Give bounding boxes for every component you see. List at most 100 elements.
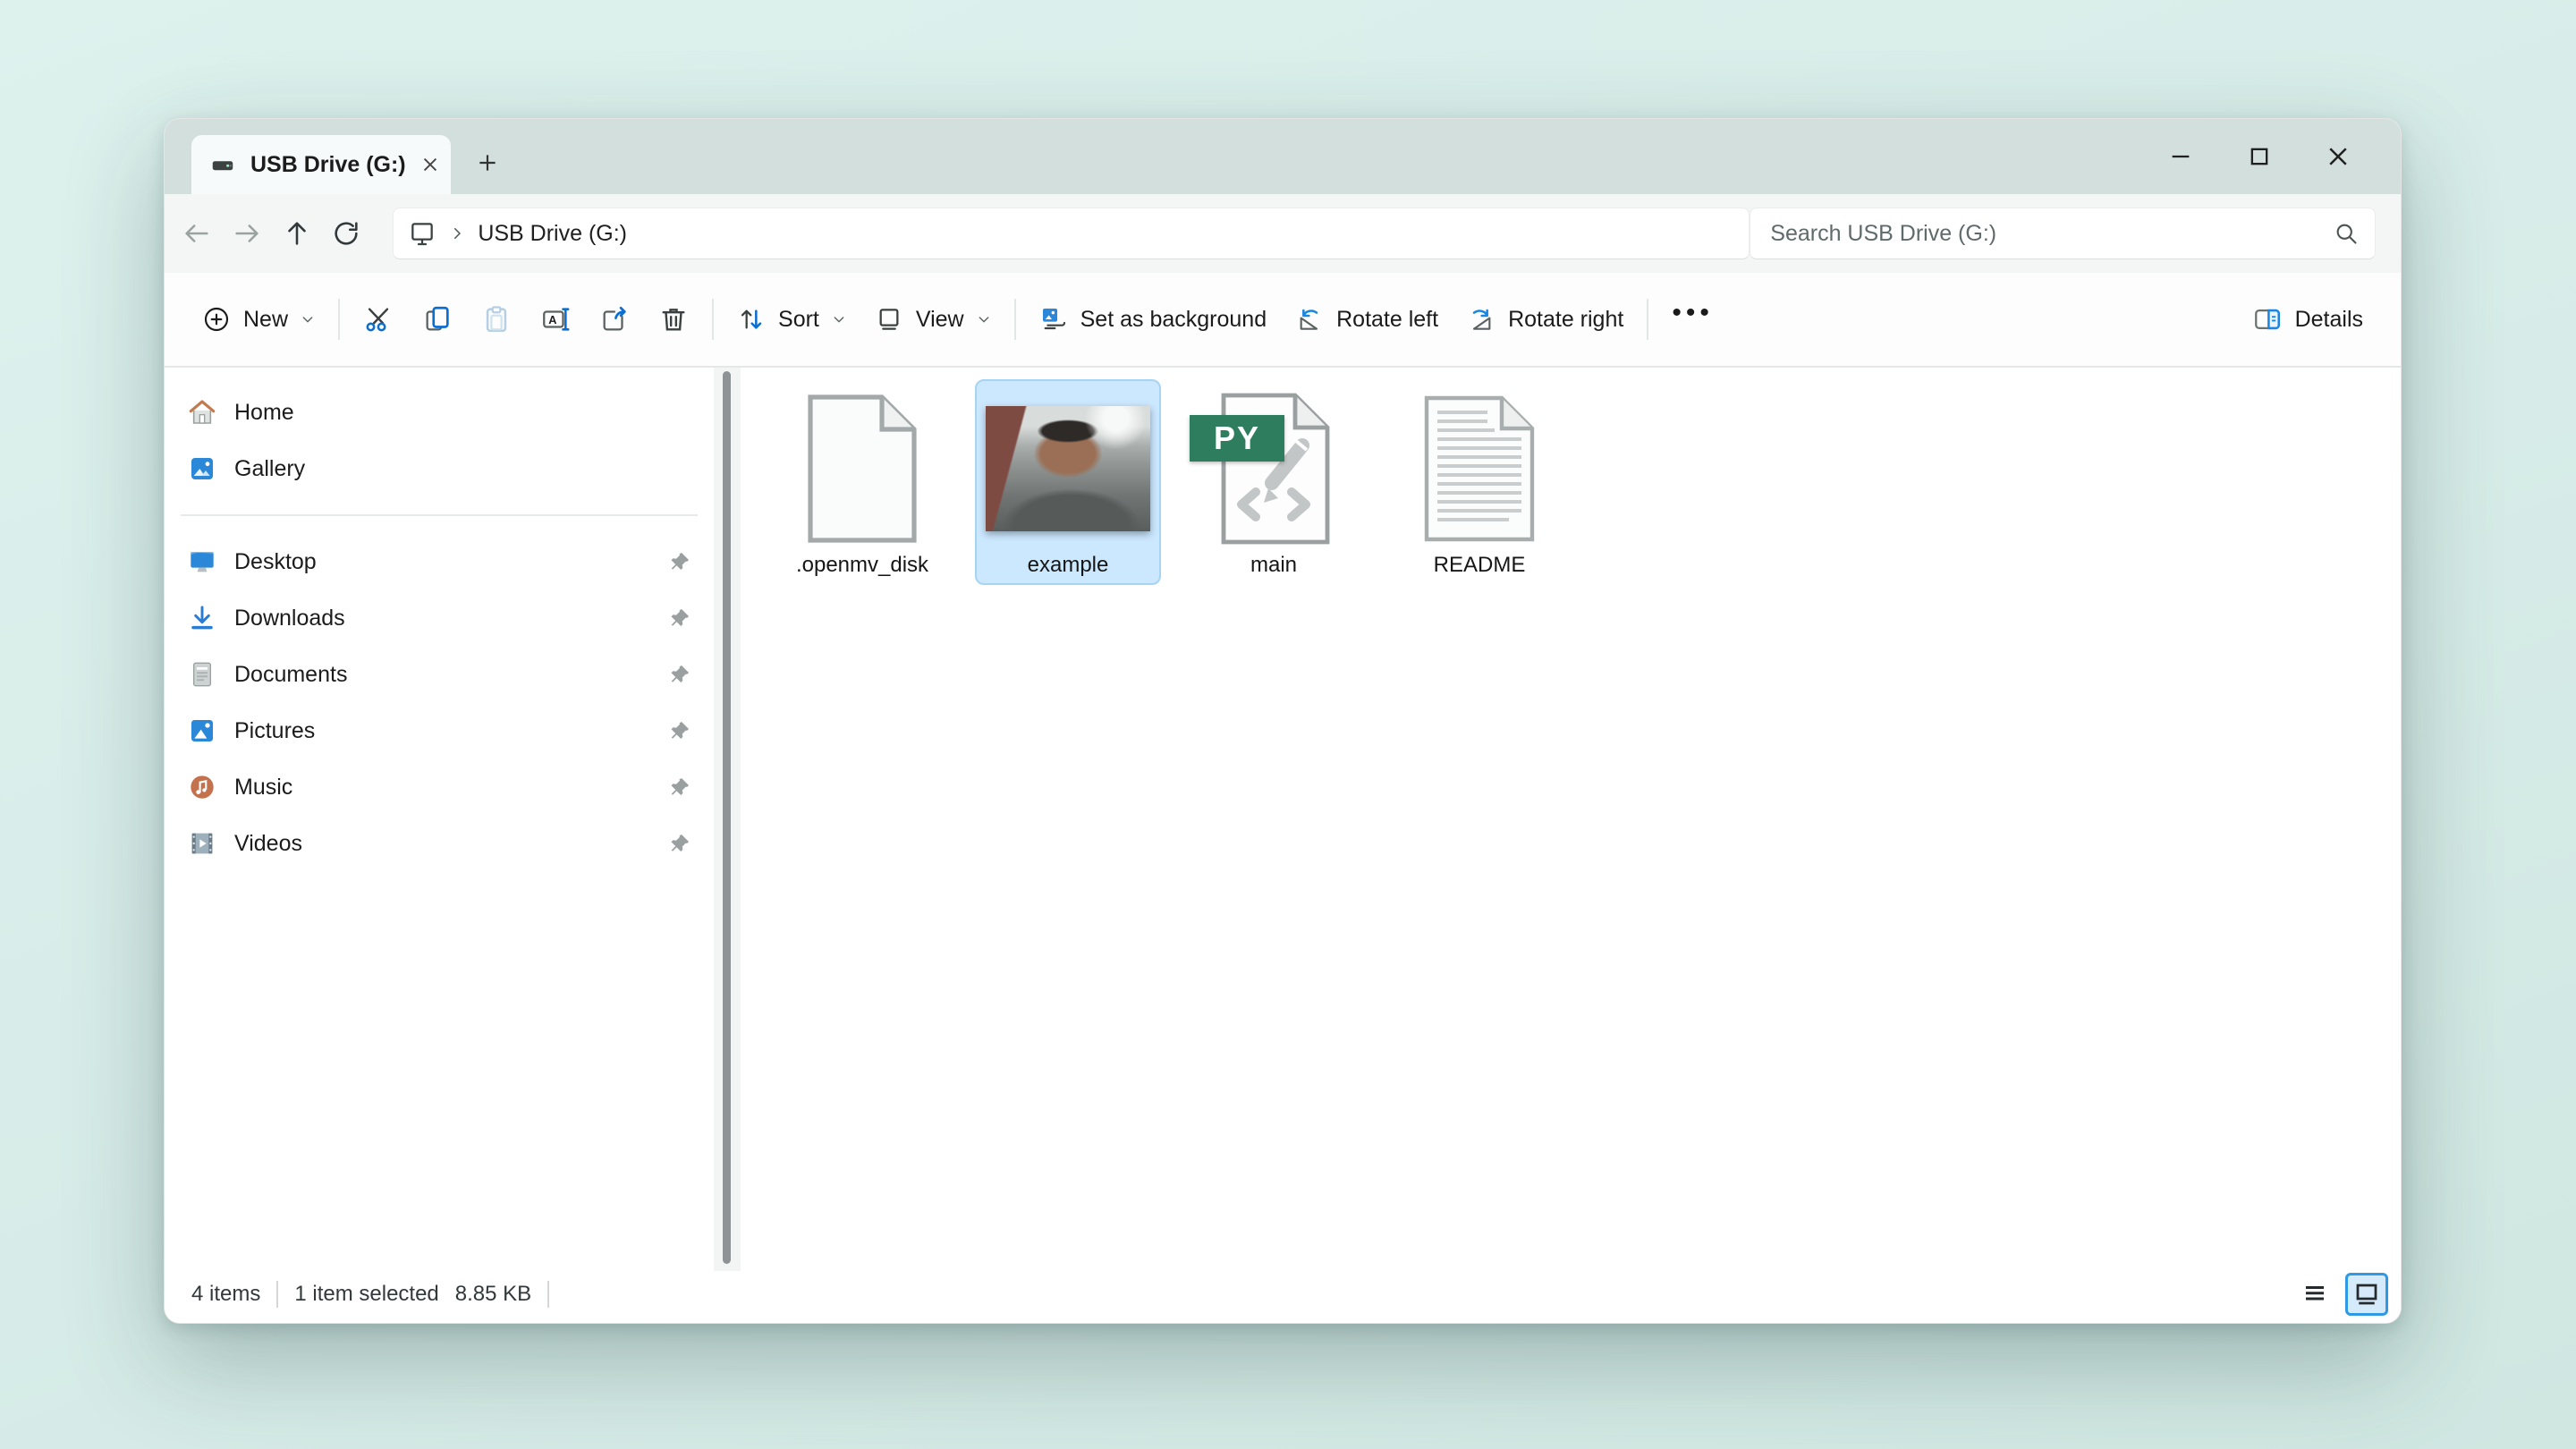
minimize-button[interactable] xyxy=(2141,128,2220,185)
downloads-icon xyxy=(188,604,216,632)
this-pc-icon xyxy=(408,219,436,248)
set-background-button[interactable]: Set as background xyxy=(1025,291,1281,348)
status-divider xyxy=(276,1281,278,1308)
pin-icon xyxy=(669,776,691,798)
svg-text:A: A xyxy=(548,313,556,326)
sidebar-scrollbar[interactable] xyxy=(714,368,741,1271)
toolbar-divider xyxy=(338,299,340,340)
sidebar-item-label: Music xyxy=(234,775,292,801)
pictures-icon xyxy=(188,716,216,745)
file-name: main xyxy=(1250,553,1297,578)
large-icons-view-icon[interactable] xyxy=(2345,1273,2388,1316)
python-file-icon: PY xyxy=(1182,392,1365,546)
sidebar-item-videos[interactable]: Videos xyxy=(175,816,703,871)
sidebar-item-desktop[interactable]: Desktop xyxy=(175,534,703,589)
rotate-right-icon xyxy=(1467,305,1496,334)
pin-icon xyxy=(669,607,691,629)
breadcrumb-chevron-icon[interactable] xyxy=(449,225,465,242)
sidebar-item-music[interactable]: Music xyxy=(175,759,703,815)
pin-icon xyxy=(669,833,691,854)
address-bar[interactable]: USB Drive (G:) xyxy=(393,208,1750,259)
rotate-right-button[interactable]: Rotate right xyxy=(1453,291,1638,348)
sidebar-item-label: Downloads xyxy=(234,606,345,631)
sidebar-item-documents[interactable]: Documents xyxy=(175,647,703,702)
file-area[interactable]: .openmv_disk example PY main xyxy=(741,368,2401,1271)
details-view-icon[interactable] xyxy=(2293,1273,2336,1316)
more-options-icon: ••• xyxy=(1672,298,1714,341)
file-tile-readme[interactable]: README xyxy=(1386,379,1572,585)
back-icon[interactable] xyxy=(174,210,220,257)
paste-button[interactable] xyxy=(467,291,526,348)
sidebar-item-label: Pictures xyxy=(234,718,315,744)
desktop-icon xyxy=(188,547,216,576)
caption-controls xyxy=(2141,119,2377,194)
rotate-left-button[interactable]: Rotate left xyxy=(1281,291,1453,348)
close-button[interactable] xyxy=(2299,128,2377,185)
blank-file-icon xyxy=(771,392,953,546)
gallery-icon xyxy=(188,454,216,483)
text-file-icon xyxy=(1388,392,1571,546)
videos-icon xyxy=(188,829,216,858)
new-tab-button[interactable] xyxy=(463,139,512,187)
chevron-down-icon xyxy=(977,312,991,326)
tab-close-icon[interactable] xyxy=(420,146,440,183)
new-button[interactable]: New xyxy=(188,291,329,348)
rotate-left-label: Rotate left xyxy=(1336,307,1438,333)
file-name: example xyxy=(1028,553,1109,578)
maximize-button[interactable] xyxy=(2220,128,2299,185)
search-input[interactable] xyxy=(1770,221,2334,247)
rename-button[interactable]: A xyxy=(526,291,585,348)
sidebar-item-label: Videos xyxy=(234,831,302,857)
file-grid: .openmv_disk example PY main xyxy=(769,379,2401,585)
file-name: .openmv_disk xyxy=(796,553,928,578)
breadcrumb[interactable]: USB Drive (G:) xyxy=(478,221,627,247)
command-bar: New A Sort xyxy=(165,273,2401,368)
selection-count: 1 item selected xyxy=(294,1282,438,1307)
up-icon[interactable] xyxy=(274,210,320,257)
sidebar-divider xyxy=(181,514,698,516)
tab-title: USB Drive (G:) xyxy=(250,152,406,178)
sidebar-item-label: Gallery xyxy=(234,456,305,482)
pin-icon xyxy=(669,551,691,572)
forward-icon[interactable] xyxy=(224,210,270,257)
file-tile-main[interactable]: PY main xyxy=(1181,379,1367,585)
new-plus-icon xyxy=(202,305,231,334)
share-button[interactable] xyxy=(585,291,644,348)
details-pane-icon xyxy=(2252,304,2283,335)
sort-label: Sort xyxy=(778,307,819,333)
view-button[interactable]: View xyxy=(860,291,1005,348)
details-label: Details xyxy=(2295,307,2363,333)
toolbar-divider xyxy=(712,299,714,340)
sidebar-item-pictures[interactable]: Pictures xyxy=(175,703,703,758)
drive-icon xyxy=(209,151,236,178)
rotate-right-label: Rotate right xyxy=(1508,307,1623,333)
details-button[interactable]: Details xyxy=(2238,291,2377,348)
file-tile-example-selected[interactable]: example xyxy=(975,379,1161,585)
search-box[interactable] xyxy=(1750,208,2376,259)
delete-button[interactable] xyxy=(644,291,703,348)
toolbar-divider xyxy=(1014,299,1016,340)
sidebar-item-gallery[interactable]: Gallery xyxy=(175,441,703,496)
view-switcher xyxy=(2293,1273,2388,1316)
refresh-icon[interactable] xyxy=(323,210,369,257)
set-background-icon xyxy=(1039,305,1068,334)
sidebar-item-downloads[interactable]: Downloads xyxy=(175,590,703,646)
home-icon xyxy=(188,398,216,427)
cut-button[interactable] xyxy=(349,291,408,348)
file-name: README xyxy=(1434,553,1526,578)
explorer-window: USB Drive (G:) xyxy=(164,118,2402,1324)
tab-usb-drive[interactable]: USB Drive (G:) xyxy=(191,135,451,194)
sort-button[interactable]: Sort xyxy=(723,291,860,348)
sidebar-item-home[interactable]: Home xyxy=(175,385,703,440)
chevron-down-icon xyxy=(832,312,846,326)
search-icon[interactable] xyxy=(2334,221,2359,246)
copy-button[interactable] xyxy=(408,291,467,348)
sidebar-item-label: Documents xyxy=(234,662,347,688)
file-tile-openmv-disk[interactable]: .openmv_disk xyxy=(769,379,955,585)
more-options-button[interactable]: ••• xyxy=(1657,291,1728,348)
sidebar-scrollbar-thumb[interactable] xyxy=(723,371,731,1264)
items-count: 4 items xyxy=(191,1282,260,1307)
pin-icon xyxy=(669,664,691,685)
titlebar: USB Drive (G:) xyxy=(165,119,2401,194)
sort-icon xyxy=(737,305,766,334)
